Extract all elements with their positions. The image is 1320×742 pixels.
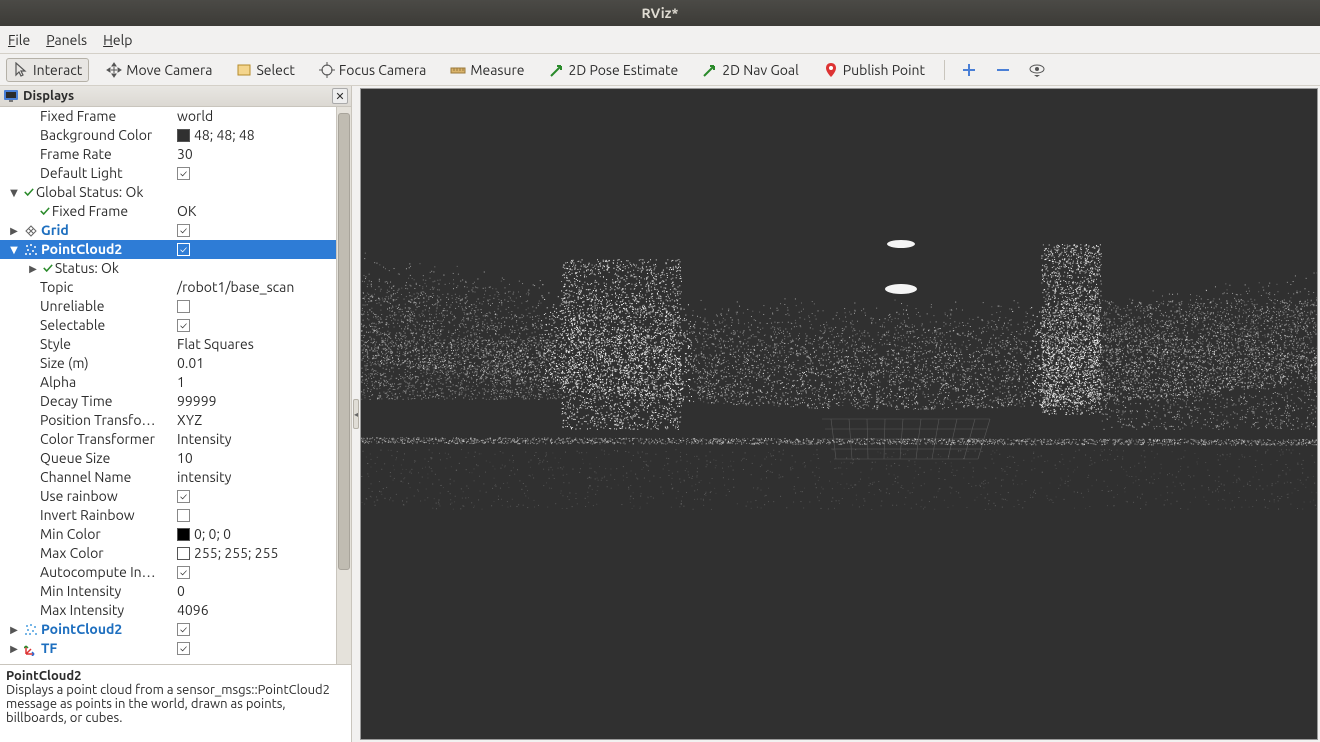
pointcloud-icon bbox=[24, 623, 38, 637]
focus-camera-button[interactable]: Focus Camera bbox=[312, 58, 433, 82]
row-unreliable[interactable]: Unreliable bbox=[0, 297, 336, 316]
displays-panel-header[interactable]: Displays ✕ bbox=[0, 86, 351, 107]
checkbox[interactable] bbox=[177, 224, 190, 237]
description-panel: PointCloud2 Displays a point cloud from … bbox=[0, 664, 351, 742]
row-default-light[interactable]: Default Light bbox=[0, 164, 336, 183]
crosshair-icon bbox=[319, 62, 335, 78]
row-selectable[interactable]: Selectable bbox=[0, 316, 336, 335]
row-invert-rainbow[interactable]: Invert Rainbow bbox=[0, 506, 336, 525]
check-icon: ✓ bbox=[24, 183, 34, 202]
checkbox[interactable] bbox=[177, 300, 190, 313]
description-title: PointCloud2 bbox=[6, 669, 345, 683]
pointer-icon bbox=[13, 62, 29, 78]
displays-tree[interactable]: Fixed Frame world Background Color 48; 4… bbox=[0, 107, 336, 664]
check-icon: ✓ bbox=[40, 202, 50, 221]
move-icon bbox=[106, 62, 122, 78]
arrow-green-icon bbox=[549, 62, 565, 78]
menu-panels[interactable]: Panels bbox=[46, 32, 87, 48]
checkbox[interactable] bbox=[177, 509, 190, 522]
row-style[interactable]: Style Flat Squares bbox=[0, 335, 336, 354]
row-grid[interactable]: ▶ Grid bbox=[0, 221, 336, 240]
menu-file[interactable]: File bbox=[8, 32, 30, 48]
row-use-rainbow[interactable]: Use rainbow bbox=[0, 487, 336, 506]
row-background-color[interactable]: Background Color 48; 48; 48 bbox=[0, 126, 336, 145]
checkbox[interactable] bbox=[177, 167, 190, 180]
row-min-color[interactable]: Min Color 0; 0; 0 bbox=[0, 525, 336, 544]
check-icon: ✓ bbox=[43, 259, 53, 278]
close-panel-button[interactable]: ✕ bbox=[332, 88, 348, 104]
row-tf[interactable]: ▶ TF bbox=[0, 639, 336, 658]
add-display-button[interactable] bbox=[957, 58, 981, 82]
select-button[interactable]: Select bbox=[229, 58, 301, 82]
checkbox[interactable] bbox=[177, 319, 190, 332]
row-pointcloud2-2[interactable]: ▶ PointCloud2 bbox=[0, 620, 336, 639]
row-global-status[interactable]: ▼✓Global Status: Ok bbox=[0, 183, 336, 202]
select-icon bbox=[236, 62, 252, 78]
grid-icon bbox=[24, 224, 38, 238]
checkbox[interactable] bbox=[177, 490, 190, 503]
panel-splitter[interactable] bbox=[352, 86, 360, 742]
remove-display-button[interactable] bbox=[991, 58, 1015, 82]
3d-viewport[interactable] bbox=[360, 88, 1318, 740]
checkbox[interactable] bbox=[177, 623, 190, 636]
row-size[interactable]: Size (m) 0.01 bbox=[0, 354, 336, 373]
color-swatch bbox=[177, 547, 190, 560]
menubar: File Panels Help bbox=[0, 26, 1320, 54]
checkbox[interactable] bbox=[177, 566, 190, 579]
measure-button[interactable]: Measure bbox=[443, 58, 531, 82]
toolbar-separator bbox=[944, 60, 945, 80]
row-fixed-frame-status[interactable]: ✓Fixed Frame OK bbox=[0, 202, 336, 221]
nav-goal-button[interactable]: 2D Nav Goal bbox=[695, 58, 806, 82]
move-camera-button[interactable]: Move Camera bbox=[99, 58, 219, 82]
checkbox[interactable] bbox=[177, 243, 190, 256]
pointcloud-render bbox=[361, 89, 1318, 740]
row-topic[interactable]: Topic /robot1/base_scan bbox=[0, 278, 336, 297]
pin-icon bbox=[823, 62, 839, 78]
window-titlebar: RViz* bbox=[0, 0, 1320, 26]
row-pc2-status[interactable]: ▶✓Status: Ok bbox=[0, 259, 336, 278]
row-max-color[interactable]: Max Color 255; 255; 255 bbox=[0, 544, 336, 563]
row-pointcloud2[interactable]: ▼ PointCloud2 bbox=[0, 240, 336, 259]
displays-icon bbox=[3, 88, 19, 104]
tf-icon bbox=[24, 642, 38, 656]
row-channel-name[interactable]: Channel Name intensity bbox=[0, 468, 336, 487]
pose-estimate-button[interactable]: 2D Pose Estimate bbox=[542, 58, 686, 82]
row-autocompute[interactable]: Autocompute In… bbox=[0, 563, 336, 582]
interact-button[interactable]: Interact bbox=[6, 58, 89, 82]
row-color-transformer[interactable]: Color Transformer Intensity bbox=[0, 430, 336, 449]
displays-panel: Displays ✕ Fixed Frame world Background … bbox=[0, 86, 352, 742]
ruler-icon bbox=[450, 62, 466, 78]
tree-scrollbar[interactable] bbox=[336, 107, 351, 664]
view-options-button[interactable] bbox=[1025, 58, 1049, 82]
row-frame-rate[interactable]: Frame Rate 30 bbox=[0, 145, 336, 164]
toolbar: Interact Move Camera Select Focus Camera… bbox=[0, 54, 1320, 86]
checkbox[interactable] bbox=[177, 642, 190, 655]
row-fixed-frame[interactable]: Fixed Frame world bbox=[0, 107, 336, 126]
plus-icon bbox=[962, 63, 976, 77]
row-decay-time[interactable]: Decay Time 99999 bbox=[0, 392, 336, 411]
window-title: RViz* bbox=[642, 5, 679, 21]
color-swatch bbox=[177, 129, 190, 142]
row-min-intensity[interactable]: Min Intensity 0 bbox=[0, 582, 336, 601]
pointcloud-icon bbox=[24, 243, 38, 257]
menu-help[interactable]: Help bbox=[103, 32, 132, 48]
displays-panel-title: Displays bbox=[23, 89, 74, 103]
arrow-green-icon bbox=[702, 62, 718, 78]
eye-icon bbox=[1028, 63, 1046, 77]
row-queue-size[interactable]: Queue Size 10 bbox=[0, 449, 336, 468]
color-swatch bbox=[177, 528, 190, 541]
row-position-transformer[interactable]: Position Transfo… XYZ bbox=[0, 411, 336, 430]
row-alpha[interactable]: Alpha 1 bbox=[0, 373, 336, 392]
description-body: Displays a point cloud from a sensor_msg… bbox=[6, 683, 345, 725]
row-max-intensity[interactable]: Max Intensity 4096 bbox=[0, 601, 336, 620]
publish-point-button[interactable]: Publish Point bbox=[816, 58, 932, 82]
minus-icon bbox=[996, 63, 1010, 77]
